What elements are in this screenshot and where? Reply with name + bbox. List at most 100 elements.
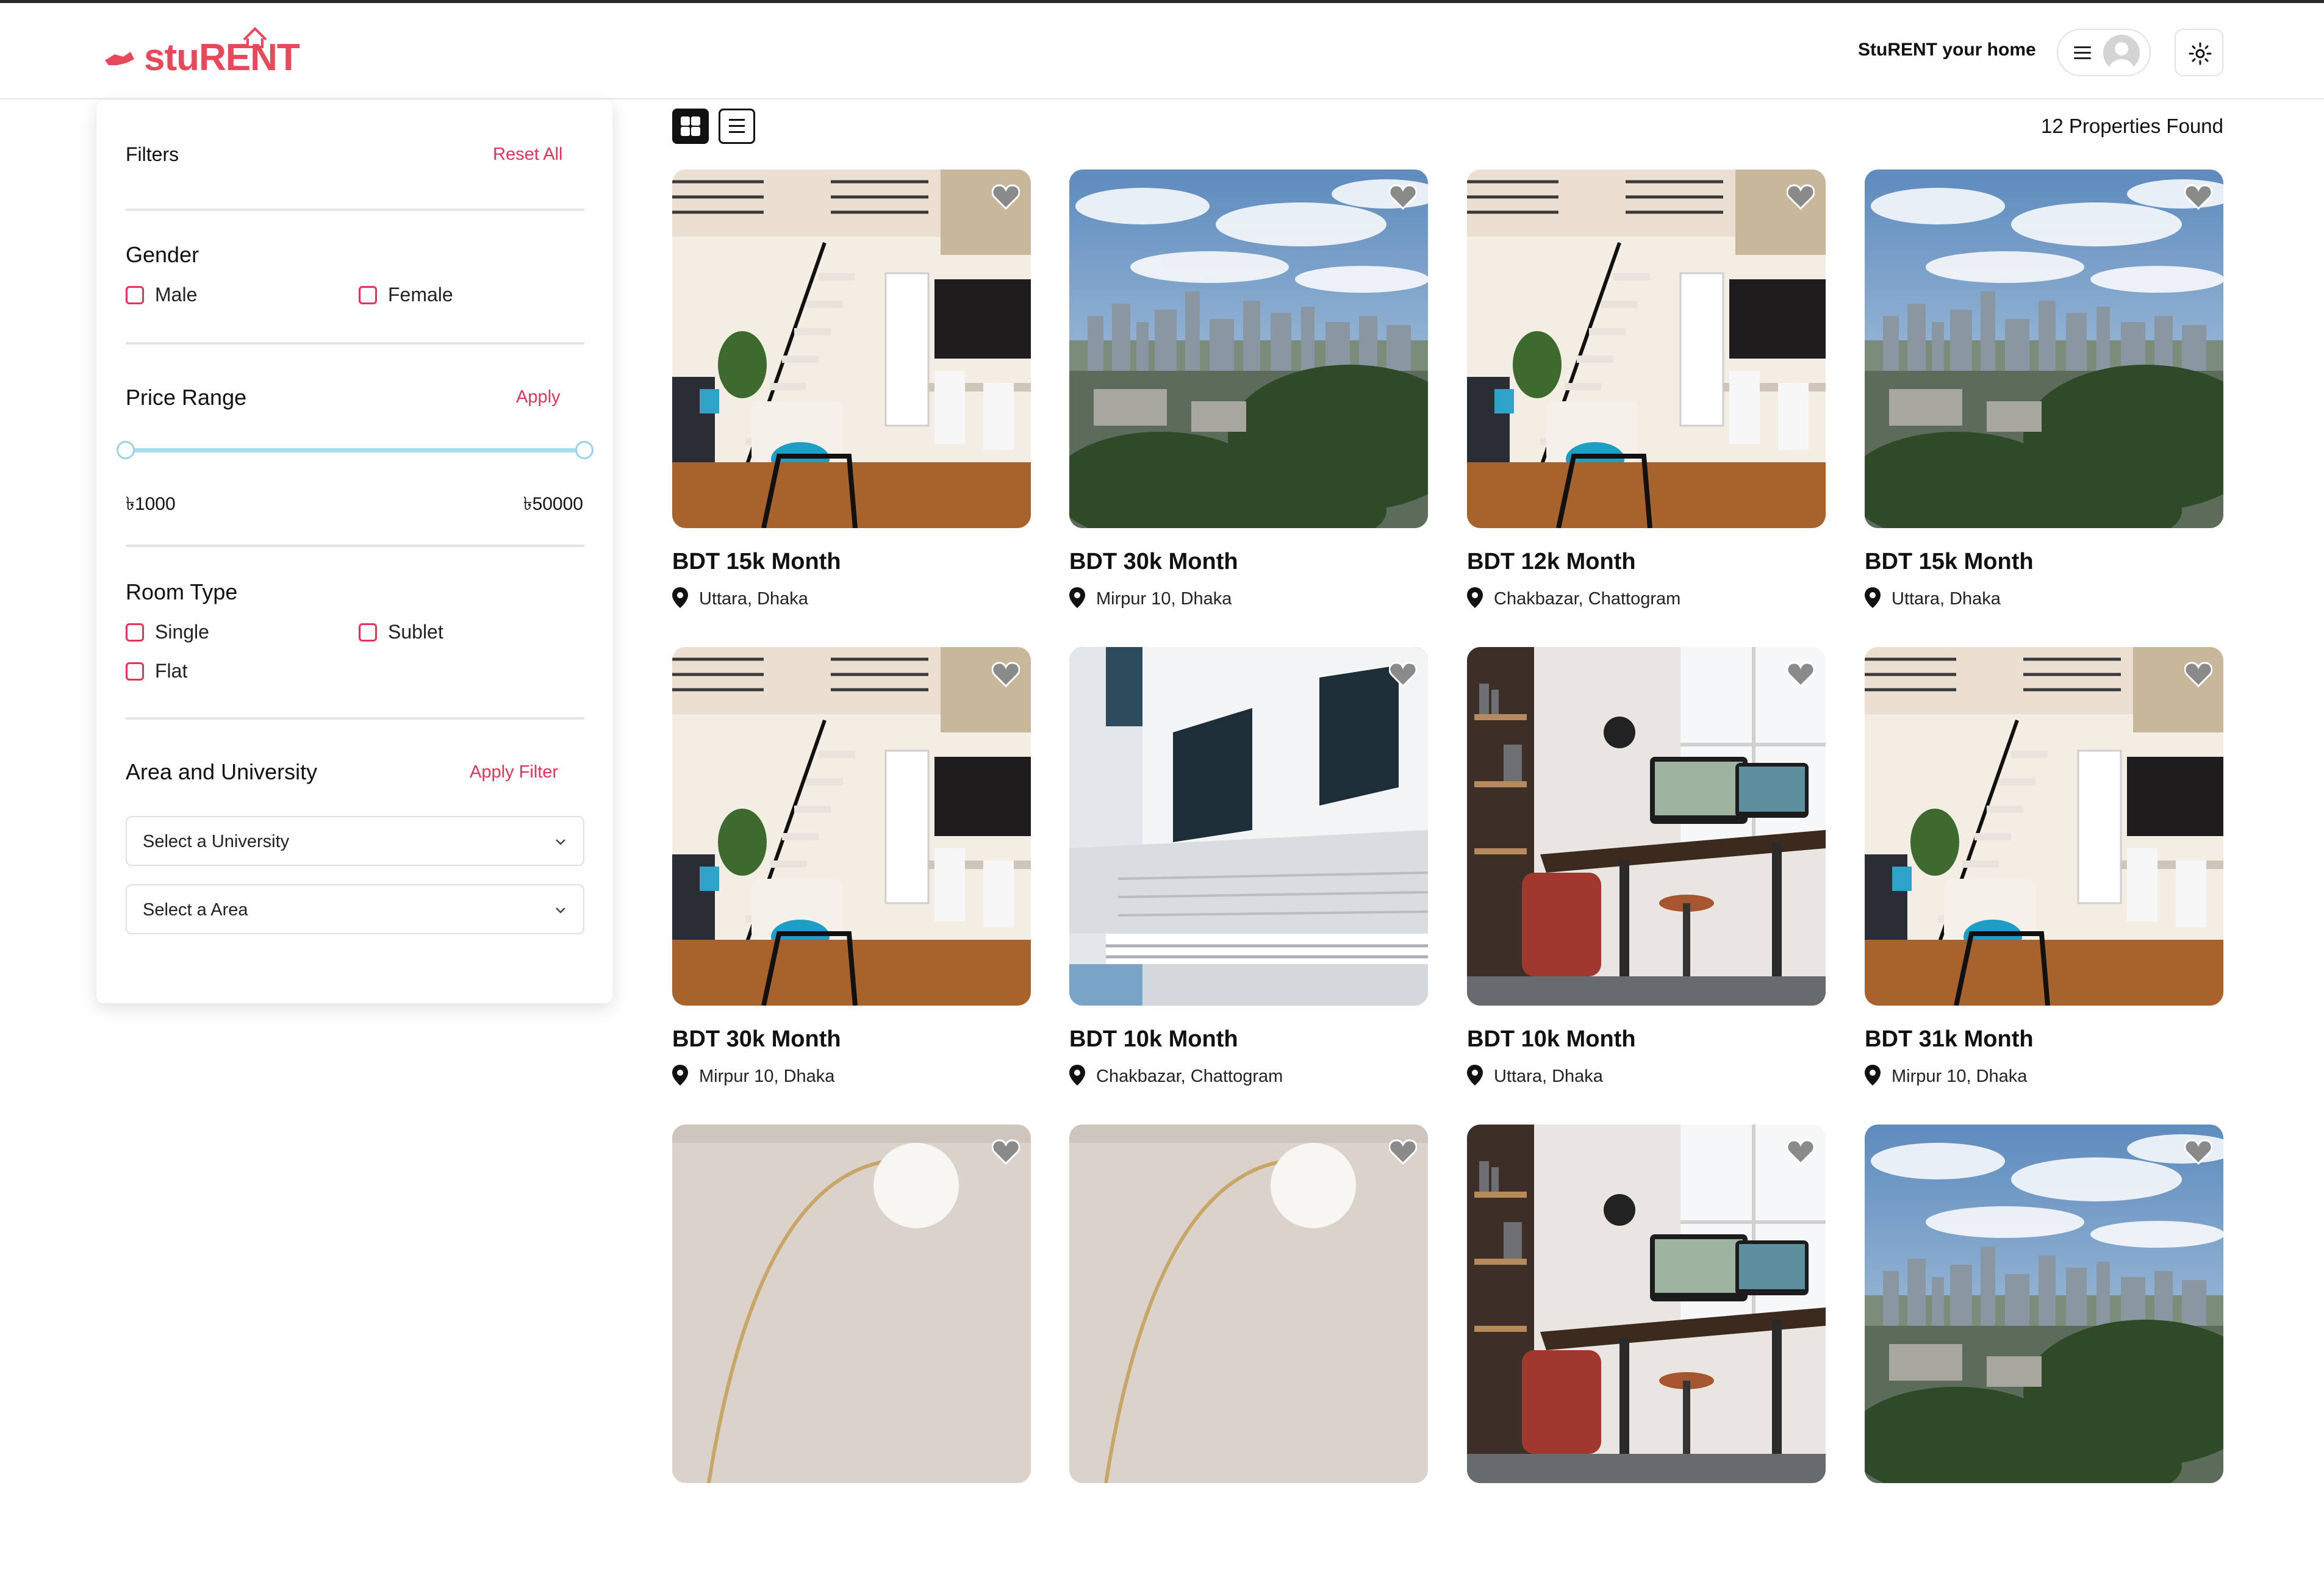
- property-card[interactable]: BDT 10k Month Uttara, Dhaka: [1467, 647, 1826, 1111]
- favorite-heart-icon[interactable]: [1786, 184, 1815, 210]
- apply-filter-button[interactable]: Apply Filter: [470, 762, 558, 782]
- theme-toggle-button[interactable]: [2175, 29, 2223, 76]
- property-card[interactable]: [1069, 1125, 1428, 1588]
- property-photo[interactable]: [1865, 647, 2223, 1006]
- room-sublet-checkbox[interactable]: Sublet: [359, 621, 443, 643]
- reset-all-button[interactable]: Reset All: [493, 145, 562, 165]
- favorite-heart-icon[interactable]: [1388, 184, 1418, 210]
- favorite-heart-icon[interactable]: [1786, 662, 1815, 688]
- favorite-heart-icon[interactable]: [1388, 662, 1418, 688]
- property-card[interactable]: BDT 30k Month Mirpur 10, Dhaka: [1069, 170, 1428, 633]
- property-price: BDT 15k Month: [672, 549, 841, 574]
- checkbox-label: Female: [388, 284, 453, 306]
- sturent-logo[interactable]: stuRENT: [102, 23, 300, 86]
- location-text: Mirpur 10, Dhaka: [1096, 589, 1232, 609]
- property-card[interactable]: BDT 31k Month Mirpur 10, Dhaka: [1865, 647, 2223, 1111]
- property-location: Chakbazar, Chattogram: [1467, 587, 1680, 611]
- chevron-down-icon: [556, 839, 565, 845]
- property-photo[interactable]: [1865, 170, 2223, 528]
- property-photo[interactable]: [672, 647, 1031, 1006]
- map-pin-icon: [672, 587, 688, 611]
- property-card[interactable]: BDT 12k Month Chakbazar, Chattogram: [1467, 170, 1826, 633]
- location-text: Mirpur 10, Dhaka: [699, 1067, 835, 1086]
- user-menu-button[interactable]: [2057, 29, 2151, 76]
- property-photo[interactable]: [1865, 1125, 2223, 1483]
- property-card[interactable]: [672, 1125, 1031, 1588]
- property-photo[interactable]: [672, 1125, 1031, 1483]
- checkbox[interactable]: [359, 285, 377, 304]
- gender-title: Gender: [126, 242, 199, 267]
- property-photo[interactable]: [1467, 647, 1826, 1006]
- property-price: BDT 30k Month: [1069, 549, 1238, 574]
- filters-title: Filters: [126, 143, 179, 165]
- property-photo[interactable]: [1069, 647, 1428, 1006]
- checkbox[interactable]: [126, 623, 144, 642]
- favorite-heart-icon[interactable]: [2184, 184, 2213, 210]
- checkbox[interactable]: [359, 623, 377, 642]
- map-pin-icon: [1865, 1065, 1881, 1089]
- favorite-heart-icon[interactable]: [2184, 1139, 2213, 1165]
- property-card[interactable]: BDT 15k Month Uttara, Dhaka: [1865, 170, 2223, 633]
- area-select[interactable]: Select a Area: [126, 884, 584, 934]
- room-single-checkbox[interactable]: Single: [126, 621, 209, 643]
- property-photo[interactable]: [1069, 1125, 1428, 1483]
- price-range-slider[interactable]: [126, 448, 584, 452]
- property-photo[interactable]: [1069, 170, 1428, 528]
- divider: [126, 342, 584, 345]
- checkbox[interactable]: [126, 662, 144, 681]
- price-apply-button[interactable]: Apply: [516, 387, 561, 407]
- property-photo[interactable]: [1467, 1125, 1826, 1483]
- list-view-button[interactable]: [719, 109, 755, 144]
- property-photo[interactable]: [1467, 170, 1826, 528]
- checkbox-label: Flat: [155, 660, 188, 682]
- checkbox-label: Single: [155, 621, 209, 643]
- university-select[interactable]: Select a University: [126, 816, 584, 866]
- price-min-handle[interactable]: [117, 441, 135, 459]
- property-card[interactable]: [1865, 1125, 2223, 1588]
- favorite-heart-icon[interactable]: [991, 662, 1020, 688]
- map-pin-icon: [1865, 587, 1881, 611]
- location-text: Uttara, Dhaka: [1892, 589, 2001, 609]
- property-price: BDT 10k Month: [1467, 1026, 1636, 1052]
- filters-panel: Filters Reset All Gender Male Female Pri…: [96, 101, 612, 1003]
- price-max-handle[interactable]: [575, 441, 594, 459]
- chevron-down-icon: [556, 907, 565, 914]
- grid-view-button[interactable]: [672, 109, 709, 144]
- checkbox[interactable]: [126, 285, 144, 304]
- property-card[interactable]: [1467, 1125, 1826, 1588]
- location-text: Uttara, Dhaka: [699, 589, 808, 609]
- location-text: Chakbazar, Chattogram: [1096, 1067, 1283, 1086]
- favorite-heart-icon[interactable]: [1786, 1139, 1815, 1165]
- map-pin-icon: [1467, 587, 1483, 611]
- map-pin-icon: [1467, 1065, 1483, 1089]
- property-price: BDT 31k Month: [1865, 1026, 2034, 1052]
- price-min-value: ৳1000: [126, 494, 176, 514]
- price-range-title: Price Range: [126, 385, 247, 410]
- user-avatar-icon: [2103, 35, 2140, 71]
- property-card[interactable]: BDT 30k Month Mirpur 10, Dhaka: [672, 647, 1031, 1111]
- favorite-heart-icon[interactable]: [991, 1139, 1020, 1165]
- gender-female-checkbox[interactable]: Female: [359, 284, 453, 306]
- property-location: Uttara, Dhaka: [1865, 587, 2001, 611]
- favorite-heart-icon[interactable]: [2184, 662, 2213, 688]
- favorite-heart-icon[interactable]: [1388, 1139, 1418, 1165]
- property-card[interactable]: BDT 10k Month Chakbazar, Chattogram: [1069, 647, 1428, 1111]
- checkbox-label: Male: [155, 284, 198, 306]
- header-tagline[interactable]: StuRENT your home: [1858, 40, 2036, 60]
- room-flat-checkbox[interactable]: Flat: [126, 660, 187, 682]
- property-price: BDT 12k Month: [1467, 549, 1636, 574]
- hamburger-icon: [2074, 46, 2091, 60]
- property-location: Uttara, Dhaka: [672, 587, 808, 611]
- property-location: Mirpur 10, Dhaka: [1865, 1065, 2027, 1089]
- area-university-title: Area and University: [126, 759, 318, 784]
- gender-male-checkbox[interactable]: Male: [126, 284, 197, 306]
- property-location: Chakbazar, Chattogram: [1069, 1065, 1283, 1089]
- property-card[interactable]: BDT 15k Month Uttara, Dhaka: [672, 170, 1031, 633]
- sun-icon: [2189, 42, 2212, 65]
- favorite-heart-icon[interactable]: [991, 184, 1020, 210]
- location-text: Chakbazar, Chattogram: [1494, 589, 1681, 609]
- logo-wordmark: stuRENT: [144, 37, 300, 79]
- checkbox-label: Sublet: [388, 621, 443, 643]
- map-pin-icon: [1069, 1065, 1085, 1089]
- property-photo[interactable]: [672, 170, 1031, 528]
